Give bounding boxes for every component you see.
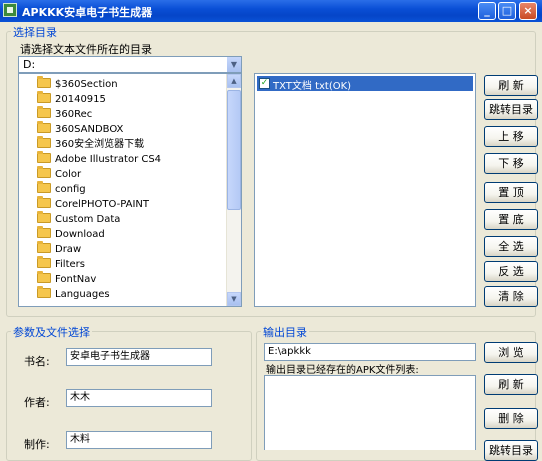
maker-field[interactable]: 木料 <box>66 431 212 449</box>
folder-icon <box>37 136 51 148</box>
file-list[interactable]: ✓ TXT文档 txt(OK) <box>254 73 476 307</box>
output-refresh-button[interactable]: 刷 新 <box>484 374 538 395</box>
folder-item[interactable]: $360Section <box>37 76 118 92</box>
browse-button[interactable]: 浏 览 <box>484 342 538 363</box>
author-label: 作者: <box>24 396 50 409</box>
folder-icon <box>37 271 51 283</box>
folder-item[interactable]: config <box>37 181 86 197</box>
folder-icon <box>37 106 51 118</box>
move-top-button[interactable]: 置 顶 <box>484 182 538 203</box>
window-title: APKKK安卓电子书生成器 <box>22 6 153 19</box>
folder-icon <box>37 241 51 253</box>
file-list-item[interactable]: ✓ TXT文档 txt(OK) <box>257 76 473 92</box>
folder-item[interactable]: Filters <box>37 256 85 272</box>
minimize-button[interactable]: _ <box>478 2 496 20</box>
folder-scrollbar[interactable]: ▲ ▼ <box>226 74 241 306</box>
folder-icon <box>37 166 51 178</box>
book-name-field[interactable]: 安卓电子书生成器 <box>66 348 212 366</box>
app-icon <box>3 3 17 17</box>
output-group-title: 输出目录 <box>261 324 309 340</box>
folder-list[interactable]: $360Section 20140915 360Rec 360SANDBOX 3… <box>18 73 242 307</box>
folder-icon <box>37 256 51 268</box>
folder-item[interactable]: CorelPHOTO-PAINT <box>37 196 149 212</box>
folder-item[interactable]: Languages <box>37 286 110 302</box>
close-button[interactable]: × <box>519 2 537 20</box>
scroll-up-icon[interactable]: ▲ <box>227 74 241 88</box>
author-field[interactable]: 木木 <box>66 389 212 407</box>
folder-item[interactable]: FontNav <box>37 271 96 287</box>
folder-item[interactable]: Draw <box>37 241 81 257</box>
folder-icon <box>37 91 51 103</box>
maximize-button[interactable]: □ <box>498 2 516 20</box>
checkbox-icon[interactable]: ✓ <box>259 78 270 89</box>
goto-dir-button[interactable]: 跳转目录 <box>484 99 538 120</box>
invert-select-button[interactable]: 反 选 <box>484 261 538 282</box>
folder-item[interactable]: Adobe Illustrator CS4 <box>37 151 161 167</box>
combo-arrow-icon[interactable]: ▼ <box>226 57 241 72</box>
folder-item[interactable]: Download <box>37 226 105 242</box>
folder-item[interactable]: 360安全浏览器下载 <box>37 136 144 152</box>
delete-button[interactable]: 删 除 <box>484 408 538 429</box>
folder-icon <box>37 121 51 133</box>
title-bar[interactable]: APKKK安卓电子书生成器 _ □ × <box>0 0 542 22</box>
folder-icon <box>37 196 51 208</box>
move-bottom-button[interactable]: 置 底 <box>484 209 538 230</box>
folder-item[interactable]: 360Rec <box>37 106 92 122</box>
select-all-button[interactable]: 全 选 <box>484 236 538 257</box>
folder-item[interactable]: Color <box>37 166 81 182</box>
folder-icon <box>37 76 51 88</box>
existing-apk-label: 输出目录已经存在的APK文件列表: <box>266 365 419 376</box>
output-goto-dir-button[interactable]: 跳转目录 <box>484 440 538 461</box>
folder-item[interactable]: 360SANDBOX <box>37 121 123 137</box>
folder-icon <box>37 286 51 298</box>
apk-file-list[interactable] <box>264 375 476 450</box>
folder-item[interactable]: Custom Data <box>37 211 120 227</box>
file-item-label: TXT文档 txt(OK) <box>273 81 352 92</box>
folder-icon <box>37 181 51 193</box>
folder-item[interactable]: 20140915 <box>37 91 106 107</box>
scroll-down-icon[interactable]: ▼ <box>227 292 241 306</box>
move-down-button[interactable]: 下 移 <box>484 153 538 174</box>
scroll-thumb[interactable] <box>227 90 241 210</box>
drive-value: D: <box>23 58 36 71</box>
output-path-field[interactable]: E:\apkkk <box>264 343 476 361</box>
folder-icon <box>37 151 51 163</box>
refresh-button[interactable]: 刷 新 <box>484 75 538 96</box>
folder-icon <box>37 211 51 223</box>
folder-icon <box>37 226 51 238</box>
dir-prompt-label: 请选择文本文件所在的目录 <box>20 43 152 56</box>
clear-button[interactable]: 清 除 <box>484 286 538 307</box>
params-group-title: 参数及文件选择 <box>11 324 92 340</box>
book-name-label: 书名: <box>24 355 50 368</box>
select-dir-group-title: 选择目录 <box>11 24 59 40</box>
move-up-button[interactable]: 上 移 <box>484 126 538 147</box>
drive-select[interactable]: D: ▼ <box>18 56 242 73</box>
